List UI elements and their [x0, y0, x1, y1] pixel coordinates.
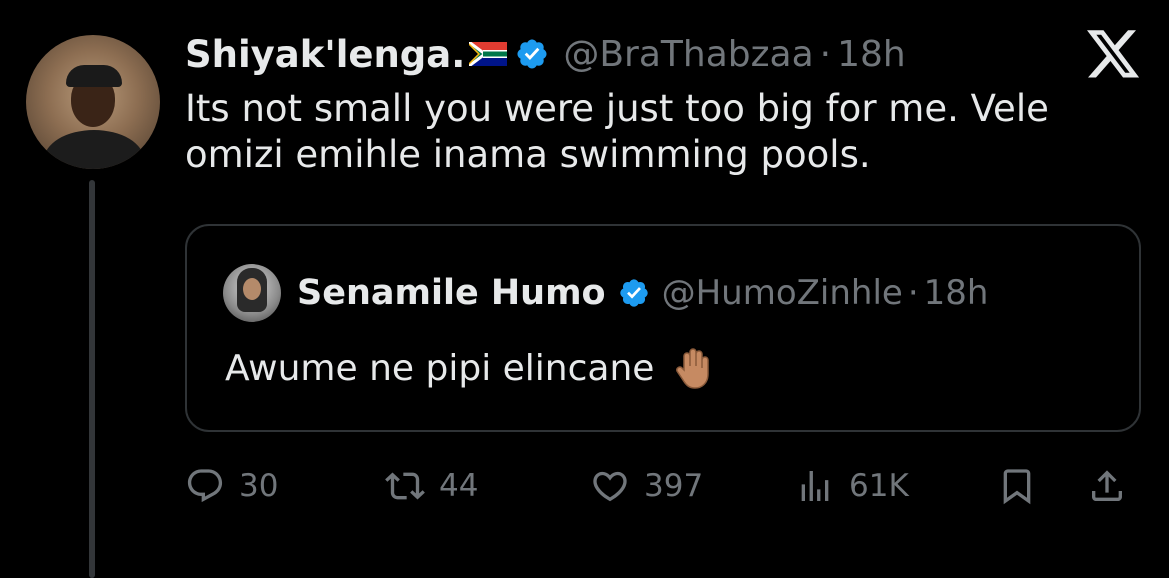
raised-hand-icon: [672, 346, 716, 390]
views-button[interactable]: 61K: [795, 462, 909, 510]
repost-count: 44: [439, 468, 479, 504]
heart-icon: [593, 471, 627, 502]
quoted-tweet-header: Senamile Humo @HumoZinhle · 18h: [297, 270, 988, 316]
share-icon: [1092, 470, 1122, 501]
verified-badge-icon: [515, 37, 549, 71]
tweet-card[interactable]: Shiyak'lenga. @BraThabzaa · 18h Its not …: [0, 0, 1169, 578]
verified-badge-icon: [618, 277, 650, 309]
repost-icon: [385, 472, 425, 500]
analytics-icon: [801, 471, 829, 501]
author-display-name[interactable]: Shiyak'lenga.: [185, 33, 465, 76]
author-avatar[interactable]: [26, 35, 160, 169]
thread-line: [89, 180, 95, 578]
quoted-tweet-timestamp[interactable]: 18h: [924, 273, 989, 313]
x-logo-icon: [1087, 30, 1141, 80]
quoted-author-display-name[interactable]: Senamile Humo: [297, 273, 606, 313]
repost-button[interactable]: 44: [385, 462, 478, 510]
reply-icon: [187, 469, 223, 503]
like-button[interactable]: 397: [590, 462, 703, 510]
tweet-timestamp[interactable]: 18h: [837, 34, 906, 75]
reply-count: 30: [239, 468, 279, 504]
share-button[interactable]: [1087, 462, 1127, 510]
quoted-author-handle[interactable]: @HumoZinhle: [662, 273, 903, 313]
quoted-tweet-text: Awume ne pipi elincane: [225, 347, 655, 389]
quoted-tweet[interactable]: Senamile Humo @HumoZinhle · 18h Awume ne…: [185, 224, 1141, 432]
like-count: 397: [644, 468, 704, 504]
quoted-author-avatar[interactable]: [223, 264, 281, 322]
author-handle[interactable]: @BraThabzaa: [563, 34, 813, 75]
quoted-tweet-text-row: Awume ne pipi elincane: [225, 346, 716, 390]
views-count: 61K: [849, 468, 909, 504]
separator-dot: ·: [907, 273, 919, 313]
tweet-text: Its not small you were just too big for …: [185, 87, 1049, 176]
separator-dot: ·: [819, 33, 832, 75]
tweet-header: Shiyak'lenga. @BraThabzaa · 18h: [185, 28, 906, 80]
south-africa-flag-icon: [468, 40, 508, 68]
reply-button[interactable]: 30: [185, 462, 278, 510]
bookmark-icon: [1003, 469, 1031, 505]
bookmark-button[interactable]: [997, 462, 1037, 510]
tweet-actions: 30 44 397 61K: [185, 462, 1145, 510]
